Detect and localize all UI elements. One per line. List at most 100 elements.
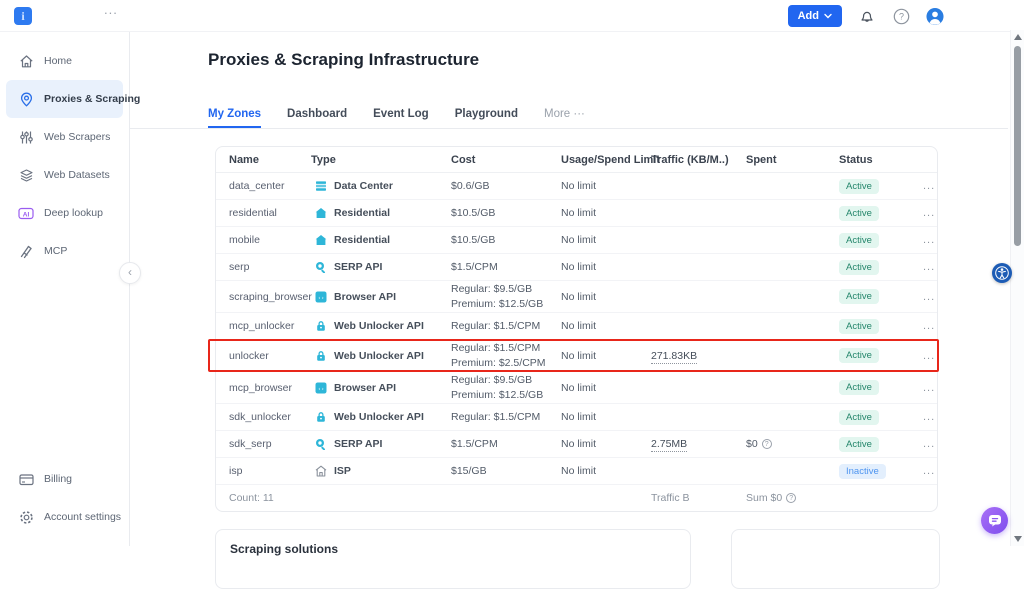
sidebar-item-deep-lookup[interactable]: AIDeep lookup [6,194,123,232]
svg-text:‹›: ‹› [318,295,325,301]
sidebar-item-home[interactable]: Home [6,42,123,80]
tab-more-[interactable]: More ··· [544,108,585,128]
sidebar-collapse-button[interactable]: ‹ [119,262,141,284]
row-actions-ellipsis-icon[interactable]: ... [923,465,937,477]
column-header-traffic-kb-m-[interactable]: Traffic (KB/M..) [651,154,746,166]
status-badge: Active [839,319,879,334]
scrollbar[interactable] [1010,30,1024,546]
zone-name[interactable]: mcp_unlocker [229,320,311,332]
zone-traffic-value[interactable]: 271.83KB [651,350,697,364]
zone-cost: Regular: $9.5/GBPremium: $12.5/GB [451,282,561,310]
table-row-scraping_browser[interactable]: scraping_browser ‹› Browser API Regular: $9… [216,281,937,313]
table-row-sdk_serp[interactable]: sdk_serpSERP API$1.5/CPMNo limit2.75MB$0… [216,431,937,458]
sidebar-item-account-settings[interactable]: Account settings [6,498,123,536]
tab-my-zones[interactable]: My Zones [208,108,261,128]
scroll-up-arrow-icon[interactable] [1014,34,1022,40]
lock-icon [315,350,327,362]
scrollbar-thumb[interactable] [1014,46,1021,246]
row-actions-ellipsis-icon[interactable]: ... [923,234,937,246]
table-row-mcp_browser[interactable]: mcp_browser‹›Browser APIRegular: $9.5/GB… [216,372,937,404]
zone-name[interactable]: residential [229,207,311,219]
row-count: Count: 11 [229,492,651,504]
scroll-down-arrow-icon[interactable] [1014,536,1022,542]
zone-status: Active [839,380,923,395]
column-header-name[interactable]: Name [229,154,311,166]
zone-name[interactable]: scraping_browser [229,291,311,303]
sidebar-item-web-datasets[interactable]: Web Datasets [6,156,123,194]
row-actions-ellipsis-icon[interactable]: ... [923,320,937,332]
table-row-isp[interactable]: ispISP$15/GBNo limitInactive... [216,458,937,485]
table-row-residential[interactable]: residentialResidential$10.5/GBNo limitAc… [216,200,937,227]
zone-cost: Regular: $9.5/GBPremium: $12.5/GB [451,373,561,401]
topbar-actions: Add ? [788,0,944,32]
zone-status: Active [839,410,923,425]
zone-type: SERP API [311,261,451,273]
table-row-mcp_unlocker[interactable]: mcp_unlockerWeb Unlocker APIRegular: $1.… [216,313,937,340]
row-actions-ellipsis-icon[interactable]: ... [923,438,937,450]
sidebar-item-billing[interactable]: Billing [6,460,123,498]
zone-spent: $0? [746,438,839,450]
zone-traffic-value[interactable]: 2.75MB [651,438,687,452]
zone-name[interactable]: unlocker [229,350,311,362]
zone-name[interactable]: mcp_browser [229,382,311,394]
sidebar-item-mcp[interactable]: MCP [6,232,123,270]
zone-status: Active [839,206,923,221]
zone-name[interactable]: data_center [229,180,311,192]
zone-cost: $15/GB [451,464,561,478]
zone-type-label: Browser API [334,291,396,303]
zone-name[interactable]: sdk_serp [229,438,311,450]
column-header-status[interactable]: Status [839,154,923,166]
zone-cost: Regular: $1.5/CPM [451,410,561,424]
zone-type: Residential [311,234,451,246]
row-actions-ellipsis-icon[interactable]: ... [923,291,937,303]
column-header-cost[interactable]: Cost [451,154,561,166]
column-header-type[interactable]: Type [311,154,451,166]
sidebar-menu-ellipsis-icon[interactable]: ... [104,2,118,17]
add-button-label: Add [798,10,819,22]
table-row-unlocker[interactable]: unlockerWeb Unlocker APIRegular: $1.5/CP… [216,340,937,372]
sidebar-item-label: Home [44,55,72,67]
scraping-solutions-card: Scraping solutions [215,529,691,589]
sidebar-item-web-scrapers[interactable]: Web Scrapers [6,118,123,156]
table-row-data_center[interactable]: data_centerData Center$0.6/GBNo limitAct… [216,173,937,200]
zone-cost: Regular: $1.5/CPMPremium: $2.5/CPM [451,341,561,369]
zone-usage-limit: No limit [561,438,651,450]
zone-usage-limit: No limit [561,291,651,303]
zone-type-label: Web Unlocker API [334,411,424,423]
avatar[interactable] [926,7,944,25]
zone-name[interactable]: serp [229,261,311,273]
row-actions-ellipsis-icon[interactable]: ... [923,261,937,273]
zone-type-label: Data Center [334,180,393,192]
sliders-icon [18,129,34,145]
column-header-usage-spend-limit[interactable]: Usage/Spend Limit [561,154,651,166]
zone-name[interactable]: mobile [229,234,311,246]
zone-usage-limit: No limit [561,261,651,273]
column-header-spent[interactable]: Spent [746,154,839,166]
tab-dashboard[interactable]: Dashboard [287,108,347,128]
help-icon[interactable]: ? [892,7,910,25]
accessibility-widget-button[interactable] [992,263,1012,283]
row-actions-ellipsis-icon[interactable]: ... [923,350,937,362]
spent-help-icon[interactable]: ? [762,439,772,449]
sum-help-icon[interactable]: ? [786,493,796,503]
chat-widget-button[interactable] [981,507,1008,534]
zone-name[interactable]: isp [229,465,311,477]
table-row-serp[interactable]: serpSERP API$1.5/CPMNo limitActive... [216,254,937,281]
sidebar-item-label: Account settings [44,511,121,523]
tab-playground[interactable]: Playground [455,108,518,128]
brand-logo-icon[interactable]: i [14,7,32,25]
zone-name[interactable]: sdk_unlocker [229,411,311,423]
main-content: Proxies & Scraping Infrastructure My Zon… [130,32,1008,546]
row-actions-ellipsis-icon[interactable]: ... [923,411,937,423]
tab-event-log[interactable]: Event Log [373,108,429,128]
row-actions-ellipsis-icon[interactable]: ... [923,180,937,192]
zone-usage-limit: No limit [561,207,651,219]
sidebar-item-proxies-scraping[interactable]: Proxies & Scraping [6,80,123,118]
row-actions-ellipsis-icon[interactable]: ... [923,382,937,394]
table-row-mobile[interactable]: mobileResidential$10.5/GBNo limitActive.… [216,227,937,254]
notifications-bell-icon[interactable] [858,7,876,25]
table-row-sdk_unlocker[interactable]: sdk_unlocker Web Unlocker API Regular: $1.… [216,404,937,431]
row-actions-ellipsis-icon[interactable]: ... [923,207,937,219]
scraping-solutions-title: Scraping solutions [230,542,690,556]
add-button[interactable]: Add [788,5,842,27]
